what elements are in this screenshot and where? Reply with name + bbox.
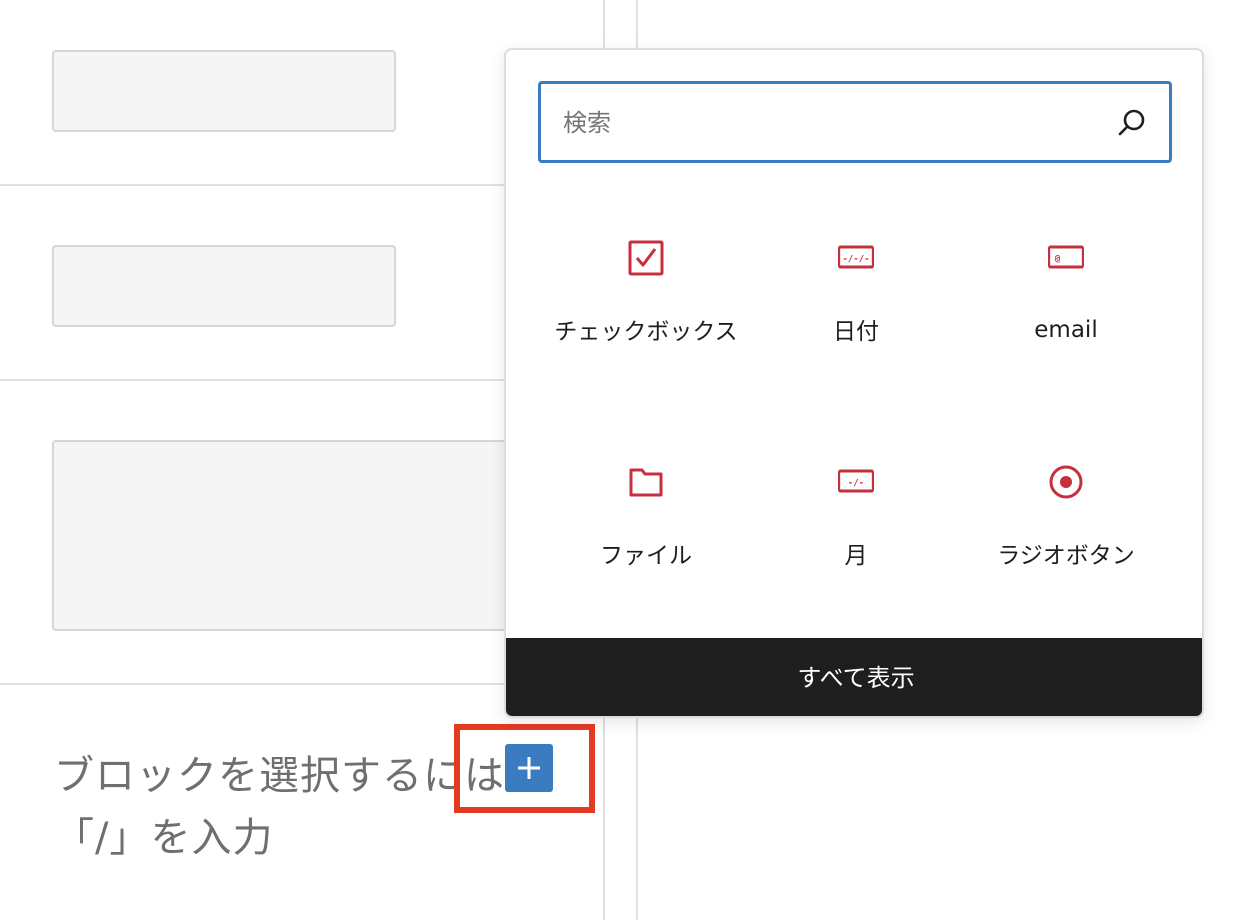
svg-text:-/-/-: -/-/-: [842, 255, 869, 265]
form-text-field[interactable]: [52, 50, 396, 132]
block-item-checkbox[interactable]: チェックボックス: [541, 238, 751, 388]
email-field-icon: @: [1048, 245, 1084, 269]
svg-text:-/-: -/-: [848, 479, 864, 489]
folder-icon: [629, 468, 663, 497]
placeholder-line-1: ブロックを選択するには: [54, 753, 505, 799]
inserter-search-box: [538, 81, 1172, 163]
form-text-field[interactable]: [52, 245, 396, 327]
block-item-label: ファイル: [600, 543, 692, 569]
block-item-label: email: [1034, 317, 1098, 343]
search-icon: [1118, 109, 1145, 136]
block-item-file[interactable]: ファイル: [541, 462, 751, 582]
month-field-icon: -/-: [838, 469, 874, 493]
block-item-date[interactable]: -/-/- 日付: [751, 238, 961, 388]
block-item-label: 月: [844, 543, 868, 569]
block-inserter-popover: チェックボックス -/-/- 日付 @ email ファイル -/- 月: [504, 48, 1204, 718]
block-item-label: チェックボックス: [554, 319, 738, 345]
svg-text:@: @: [1055, 254, 1061, 264]
block-item-label: ラジオボタン: [997, 543, 1135, 569]
block-item-label: 日付: [833, 319, 879, 345]
block-item-month[interactable]: -/- 月: [751, 462, 961, 582]
block-item-radio[interactable]: ラジオボタン: [961, 462, 1171, 582]
block-item-email[interactable]: @ email: [961, 238, 1171, 388]
radio-button-icon: [1049, 465, 1083, 499]
browse-all-button[interactable]: すべて表示: [506, 638, 1202, 716]
placeholder-line-2: 「/」を入力: [54, 815, 274, 861]
date-field-icon: -/-/-: [838, 245, 874, 269]
paragraph-placeholder[interactable]: ブロックを選択するには 「/」を入力: [54, 745, 514, 869]
form-textarea-field[interactable]: [52, 440, 512, 631]
checkbox-icon: [628, 240, 664, 276]
block-search-input[interactable]: [561, 98, 1105, 148]
highlight-box: [454, 724, 595, 813]
